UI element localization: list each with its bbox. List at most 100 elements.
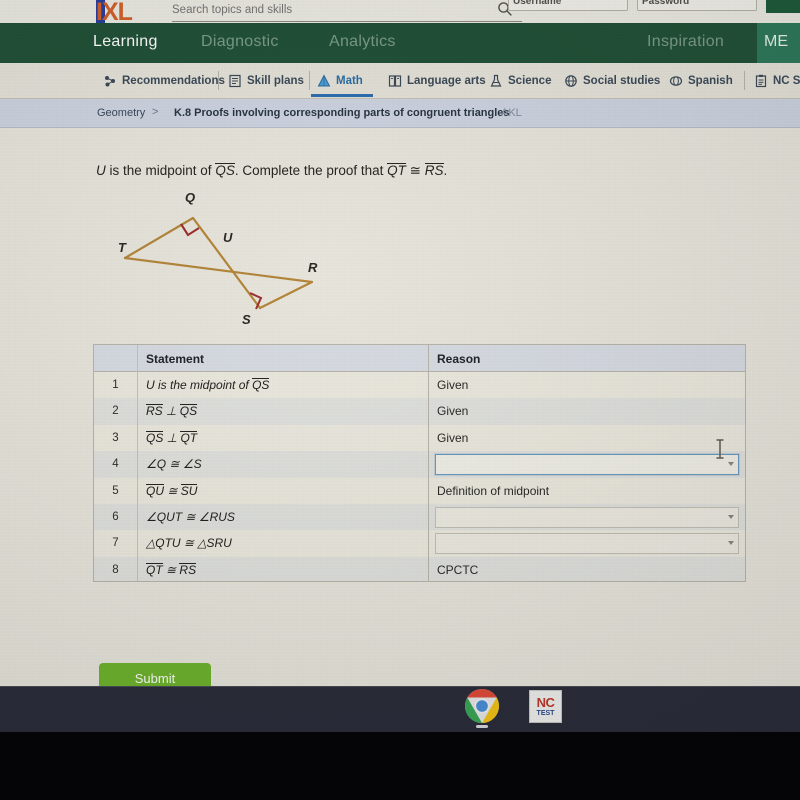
column-header-reason: Reason (437, 352, 481, 366)
statement-cell: RS ⊥ QS (146, 404, 198, 419)
question-segment-qs: QS (215, 163, 235, 178)
active-tab-underline (311, 94, 373, 97)
diagram-svg (123, 216, 314, 310)
nav-member-label[interactable]: ME (764, 33, 788, 51)
chevron-down-icon[interactable] (728, 540, 734, 545)
diagram-label-u: U (223, 230, 233, 245)
math-icon (317, 74, 331, 87)
diagram-label-t: T (118, 240, 126, 255)
row-number: 6 (112, 511, 119, 523)
spanish-icon (669, 76, 683, 86)
row-number: 4 (112, 458, 119, 471)
chrome-running-indicator (476, 725, 488, 728)
row-number: 5 (112, 484, 119, 497)
tab-math-label: Math (336, 75, 363, 87)
submit-button[interactable]: Submit (99, 663, 211, 686)
tab-divider-3 (744, 71, 745, 90)
breadcrumb-skill: K.8 Proofs involving corresponding parts… (174, 107, 510, 119)
row-number: 2 (112, 405, 119, 418)
question-segment-rs: RS (424, 163, 444, 178)
tab-language-arts-label: Language arts (407, 75, 486, 87)
statement-cell: QU ≅ SU (146, 483, 198, 498)
chevron-down-icon[interactable] (728, 514, 734, 519)
tab-nc-standards[interactable]: NC Sta (754, 71, 800, 91)
nav-item-diagnostic[interactable]: Diagnostic (201, 33, 279, 51)
question-text-2: . Complete the proof that (234, 163, 388, 178)
main-nav-bar: Learning Diagnostic Analytics Inspiratio… (0, 23, 800, 63)
nc-standards-icon (755, 74, 767, 88)
diagram-label-s: S (242, 312, 251, 327)
reason-dropdown[interactable] (435, 453, 739, 475)
tab-divider-1 (218, 71, 219, 90)
question-text-1: is the midpoint of (105, 163, 216, 178)
tab-divider-2 (309, 71, 310, 90)
reason-dropdown[interactable] (435, 506, 739, 528)
question-prompt: U is the midpoint of QS. Complete the pr… (96, 163, 447, 179)
reason-cell: Given (437, 430, 469, 445)
language-arts-icon (388, 75, 402, 87)
browser-page: IXL Username Password Learning Diagnosti… (0, 0, 800, 686)
diagram-label-q: Q (185, 190, 196, 205)
nav-item-inspiration[interactable]: Inspiration (647, 33, 724, 51)
science-icon (490, 74, 502, 87)
statement-cell: ∠QUT ≅ ∠RUS (146, 510, 235, 524)
tab-nc-standards-label: NC Sta (773, 75, 800, 87)
statement-cell: QT ≅ RS (146, 562, 197, 577)
tab-recommendations-label: Recommendations (122, 75, 225, 87)
tab-social-studies[interactable]: Social studies (564, 71, 660, 91)
breadcrumb-subject[interactable]: Geometry (97, 107, 145, 119)
reason-cell: CPCTC (437, 562, 479, 577)
os-taskbar (0, 686, 800, 733)
row-number: 1 (112, 379, 119, 391)
statement-cell: QS ⊥ QT (146, 430, 198, 445)
statement-cell: △QTU ≅ △SRU (146, 536, 232, 551)
tab-recommendations[interactable]: Recommendations (103, 71, 225, 91)
question-text-3: . (443, 163, 448, 178)
search-bar[interactable] (172, 0, 522, 22)
top-right-green-chip (766, 0, 800, 13)
tab-science-label: Science (508, 75, 552, 87)
nc-test-icon[interactable]: NC TEST (529, 690, 562, 723)
breadcrumb-separator-icon: > (152, 106, 159, 118)
recommendations-icon (105, 76, 115, 87)
question-congruent-symbol: ≅ (405, 163, 425, 178)
tab-social-studies-label: Social studies (583, 75, 661, 87)
chevron-down-icon[interactable] (728, 461, 734, 466)
tab-science[interactable]: Science (489, 71, 551, 91)
table-column-divider (428, 345, 429, 581)
ixl-logo[interactable]: IXL (96, 0, 158, 26)
reason-cell: Given (437, 378, 469, 392)
row-number: 8 (112, 563, 119, 576)
nav-item-analytics[interactable]: Analytics (329, 33, 396, 51)
row-number: 3 (112, 431, 119, 444)
table-number-divider (137, 345, 138, 581)
tab-skill-plans[interactable]: Skill plans (228, 71, 304, 91)
breadcrumb-skill-code: AKL (501, 107, 522, 119)
question-point-u: U (96, 163, 106, 178)
statement-cell: ∠Q ≅ ∠S (146, 457, 202, 472)
password-field[interactable]: Password (637, 0, 757, 11)
top-utility-bar: IXL Username Password (0, 0, 800, 26)
tab-skill-plans-label: Skill plans (247, 75, 304, 87)
geometry-diagram: Q T U R S (100, 190, 360, 340)
text-cursor-icon (716, 439, 724, 459)
diagram-label-r: R (308, 260, 318, 275)
proof-table: Statement Reason 1 U is the midpoint of Q… (93, 344, 746, 582)
tab-spanish-label: Spanish (688, 75, 733, 87)
breadcrumb-bar: Geometry > K.8 Proofs involving correspo… (0, 99, 800, 128)
search-input[interactable] (172, 1, 472, 19)
question-segment-qt: QT (387, 163, 406, 178)
chrome-icon[interactable] (464, 688, 500, 724)
skill-plans-icon (229, 74, 241, 88)
subject-tab-bar: Recommendations Skill plans Math Languag… (0, 63, 800, 99)
tab-language-arts[interactable]: Language arts (388, 71, 486, 91)
reason-cell: Definition of midpoint (437, 483, 550, 498)
reason-cell: Given (437, 404, 469, 419)
column-header-statement: Statement (146, 352, 205, 366)
tab-spanish[interactable]: Spanish (669, 71, 733, 91)
username-field[interactable]: Username (508, 0, 628, 11)
tab-math[interactable]: Math (317, 71, 363, 91)
reason-dropdown[interactable] (435, 532, 739, 554)
statement-cell: U is the midpoint of QS (146, 378, 270, 392)
nav-item-learning[interactable]: Learning (93, 33, 158, 51)
